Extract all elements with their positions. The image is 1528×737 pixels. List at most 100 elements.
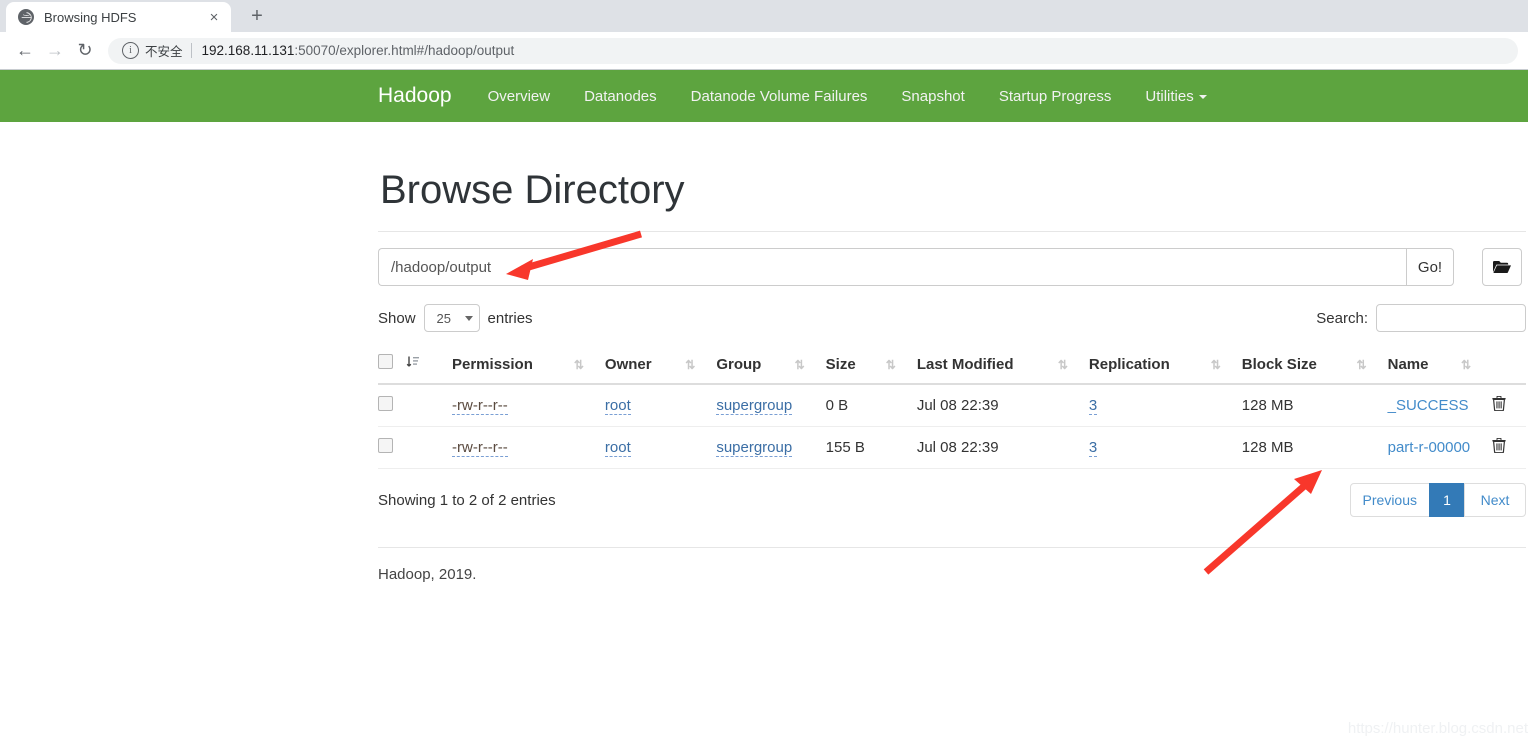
cell-block-size: 128 MB: [1241, 426, 1388, 469]
nav-item-datanodes[interactable]: Datanodes: [584, 88, 657, 105]
create-directory-button[interactable]: [1482, 248, 1522, 286]
site-info-icon[interactable]: i: [122, 42, 139, 59]
sort-icon: ⇅: [794, 357, 805, 372]
navbar-brand[interactable]: Hadoop: [378, 84, 452, 108]
replication-value[interactable]: 3: [1088, 397, 1098, 415]
owner-value[interactable]: root: [604, 397, 631, 415]
cell-name: part-r-00000: [1387, 426, 1492, 469]
browser-toolbar: ← → ↻ i 不安全 192.168.11.131:50070/explore…: [0, 32, 1528, 70]
table-body: -rw-r--r-- root supergroup 0 B Jul 08 22…: [378, 384, 1526, 469]
column-label-block-size: Block Size: [1241, 356, 1317, 373]
permission-value[interactable]: -rw-r--r--: [452, 397, 508, 415]
go-button[interactable]: Go!: [1406, 248, 1454, 286]
column-header-size[interactable]: Size ⇅: [825, 346, 917, 385]
nav-item-datanode-volume-failures[interactable]: Datanode Volume Failures: [691, 88, 868, 105]
sort-order-header[interactable]: [406, 346, 452, 385]
group-value[interactable]: supergroup: [716, 397, 793, 415]
cell-permission: -rw-r--r--: [452, 426, 605, 469]
column-header-replication[interactable]: Replication ⇅: [1088, 346, 1242, 385]
cell-permission: -rw-r--r--: [452, 384, 605, 427]
nav-item-overview[interactable]: Overview: [488, 88, 551, 105]
owner-value[interactable]: root: [604, 439, 631, 457]
pagination-next[interactable]: Next: [1464, 483, 1526, 517]
page-length-control: Show 25 entries: [378, 304, 533, 332]
column-label-name: Name: [1387, 356, 1429, 373]
sort-icon: ⇅: [685, 357, 695, 372]
table-controls: Show 25 entries Search:: [378, 304, 1526, 332]
nav-item-snapshot[interactable]: Snapshot: [901, 88, 964, 105]
reload-icon[interactable]: ↻: [70, 36, 100, 66]
browser-tab-title: Browsing HDFS: [44, 9, 137, 25]
url-host: 192.168.11.131: [201, 43, 295, 58]
cell-block-size: 128 MB: [1241, 384, 1388, 427]
permission-value[interactable]: -rw-r--r--: [452, 439, 508, 457]
entries-label: entries: [487, 309, 533, 327]
trash-icon: [1492, 437, 1506, 454]
pagination: Previous 1 Next: [1349, 483, 1526, 517]
cell-actions: [1492, 384, 1526, 427]
navbar-links: Overview Datanodes Datanode Volume Failu…: [488, 88, 1207, 105]
cell-last-modified: Jul 08 22:39: [916, 426, 1089, 469]
sort-icon: ⇅: [1460, 357, 1471, 372]
column-header-group[interactable]: Group ⇅: [716, 346, 826, 385]
select-all-checkbox[interactable]: [378, 354, 393, 369]
delete-icon[interactable]: [1492, 437, 1506, 457]
back-icon[interactable]: ←: [10, 36, 40, 66]
pagination-previous[interactable]: Previous: [1349, 483, 1430, 517]
table-footer: Showing 1 to 2 of 2 entries Previous 1 N…: [378, 483, 1526, 517]
showing-entries-info: Showing 1 to 2 of 2 entries: [378, 491, 556, 509]
hadoop-navbar: Hadoop Overview Datanodes Datanode Volum…: [0, 70, 1528, 122]
path-input[interactable]: [378, 248, 1406, 286]
cell-actions: [1492, 426, 1526, 469]
replication-value[interactable]: 3: [1088, 439, 1098, 457]
column-header-block-size[interactable]: Block Size ⇅: [1241, 346, 1388, 385]
nav-item-utilities-label: Utilities: [1145, 87, 1194, 105]
row-spacer-cell: [406, 426, 452, 469]
table-header-row: Permission ⇅ Owner ⇅ Group ⇅ Size ⇅ Last Mod…: [378, 346, 1526, 385]
row-select-cell: [378, 384, 406, 427]
browser-tab[interactable]: Browsing HDFS ×: [6, 2, 231, 32]
pagination-page-1[interactable]: 1: [1429, 483, 1465, 517]
title-divider: [378, 231, 1526, 232]
omnibox-divider: [190, 43, 192, 58]
nav-item-startup-progress[interactable]: Startup Progress: [999, 88, 1112, 105]
tab-strip: Browsing HDFS × +: [0, 0, 1528, 32]
column-header-last-modified[interactable]: Last Modified ⇅: [916, 346, 1089, 385]
forward-icon[interactable]: →: [40, 36, 70, 66]
row-spacer-cell: [406, 384, 452, 427]
new-tab-button[interactable]: +: [243, 2, 271, 30]
file-name-link[interactable]: part-r-00000: [1388, 439, 1471, 456]
row-checkbox[interactable]: [378, 396, 393, 411]
file-name-link[interactable]: _SUCCESS: [1388, 397, 1469, 414]
column-label-owner: Owner: [604, 356, 652, 373]
search-control: Search:: [1316, 304, 1526, 332]
column-header-permission[interactable]: Permission ⇅: [452, 346, 605, 385]
cell-name: _SUCCESS: [1387, 384, 1492, 427]
delete-icon[interactable]: [1492, 395, 1506, 415]
nav-item-utilities[interactable]: Utilities: [1145, 87, 1207, 105]
column-header-owner[interactable]: Owner ⇅: [604, 346, 717, 385]
column-header-name[interactable]: Name ⇅: [1387, 346, 1492, 385]
row-checkbox[interactable]: [378, 438, 393, 453]
cell-owner: root: [604, 384, 717, 427]
page-content: Browse Directory Go!: [378, 168, 1526, 583]
chevron-down-icon: [1198, 94, 1207, 99]
search-input[interactable]: [1376, 304, 1526, 332]
sort-icon: ⇅: [885, 357, 896, 372]
address-bar[interactable]: i 不安全 192.168.11.131:50070/explorer.html…: [108, 37, 1518, 64]
sort-icon: ⇅: [1356, 357, 1367, 372]
footer-divider: [378, 547, 1526, 548]
select-all-header: [378, 346, 406, 385]
address-bar-url: 192.168.11.131:50070/explorer.html#/hado…: [202, 43, 515, 58]
page-length-value: 25: [436, 310, 451, 326]
table-row[interactable]: -rw-r--r-- root supergroup 0 B Jul 08 22…: [378, 384, 1526, 427]
page-length-select[interactable]: 25: [423, 304, 480, 332]
group-value[interactable]: supergroup: [716, 439, 793, 457]
table-header: Permission ⇅ Owner ⇅ Group ⇅ Size ⇅ Last Mod…: [378, 346, 1526, 385]
chevron-down-icon: [464, 315, 473, 321]
close-tab-icon[interactable]: ×: [205, 8, 223, 26]
column-label-replication: Replication: [1088, 356, 1170, 373]
trash-icon: [1492, 395, 1506, 412]
table-row[interactable]: -rw-r--r-- root supergroup 155 B Jul 08 …: [378, 426, 1526, 469]
path-action-buttons: [1482, 248, 1528, 286]
